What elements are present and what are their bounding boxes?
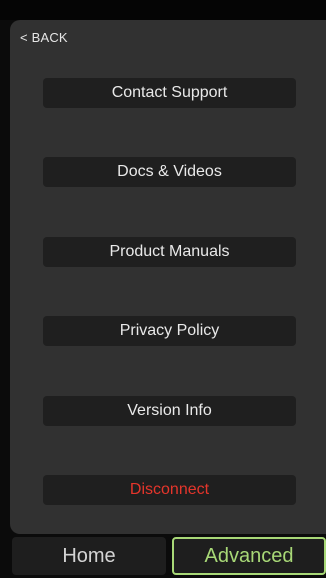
back-button[interactable]: < BACK: [20, 30, 68, 45]
tab-home[interactable]: Home: [12, 537, 166, 575]
status-bar: [0, 0, 326, 20]
bottom-tab-bar: Home Advanced: [10, 537, 326, 578]
version-info-button[interactable]: Version Info: [43, 396, 296, 426]
privacy-policy-button[interactable]: Privacy Policy: [43, 316, 296, 346]
docs-videos-button[interactable]: Docs & Videos: [43, 157, 296, 187]
settings-panel: < BACK Contact Support Docs & Videos Pro…: [10, 20, 326, 534]
contact-support-button[interactable]: Contact Support: [43, 78, 296, 108]
product-manuals-button[interactable]: Product Manuals: [43, 237, 296, 267]
tab-advanced[interactable]: Advanced: [172, 537, 326, 575]
disconnect-button[interactable]: Disconnect: [43, 475, 296, 505]
